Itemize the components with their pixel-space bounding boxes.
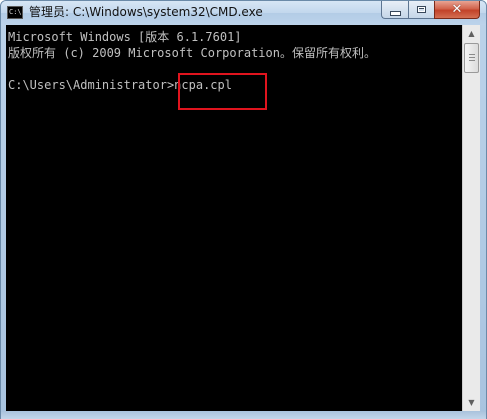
thumb-grip-line — [469, 60, 475, 61]
scrollbar-thumb[interactable] — [464, 43, 479, 73]
title-bar[interactable]: C:\ 管理员: C:\Windows\system32\CMD.exe ✕ — [1, 1, 486, 25]
thumb-grip-line — [469, 57, 475, 58]
thumb-grip-line — [469, 54, 475, 55]
console-output[interactable]: Microsoft Windows [版本 6.1.7601] 版权所有 (c)… — [6, 25, 462, 411]
cmd-icon[interactable]: C:\ — [7, 6, 23, 19]
close-button[interactable]: ✕ — [434, 1, 480, 19]
command-highlight-box — [178, 73, 267, 110]
console-line-copyright: 版权所有 (c) 2009 Microsoft Corporation。保留所有… — [8, 46, 376, 60]
maximize-icon — [417, 6, 426, 13]
vertical-scrollbar[interactable]: ▲ ▼ — [462, 25, 480, 411]
scroll-down-arrow-icon[interactable]: ▼ — [463, 394, 480, 411]
console-line-version: Microsoft Windows [版本 6.1.7601] — [8, 30, 242, 44]
window-bottom-border — [1, 411, 486, 419]
window-title: 管理员: C:\Windows\system32\CMD.exe — [29, 5, 263, 19]
close-icon: ✕ — [451, 2, 463, 17]
maximize-button[interactable] — [408, 1, 434, 19]
minimize-button[interactable] — [381, 1, 408, 19]
scroll-up-arrow-icon[interactable]: ▲ — [463, 25, 480, 42]
cmd-window: C:\ 管理员: C:\Windows\system32\CMD.exe ✕ M… — [0, 0, 487, 419]
minimize-icon — [389, 10, 401, 16]
caption-buttons: ✕ — [381, 1, 480, 20]
